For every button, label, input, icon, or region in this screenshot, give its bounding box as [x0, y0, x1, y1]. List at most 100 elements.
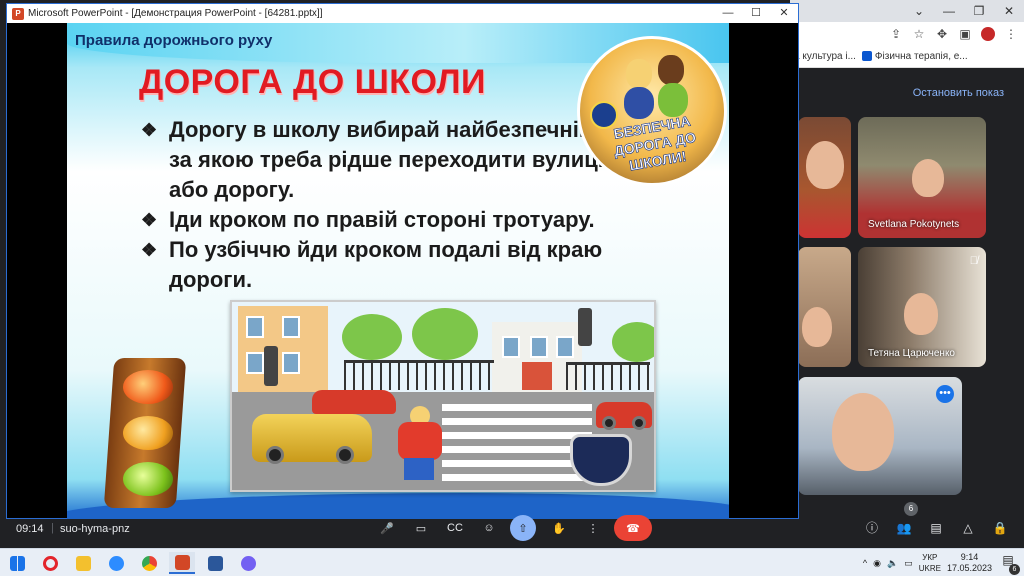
chrome-window-controls: ⌄ — ❐ ✕	[904, 0, 1024, 22]
yellow-light-icon	[123, 416, 173, 450]
powerpoint-icon[interactable]	[169, 552, 195, 574]
participant-tile[interactable]	[798, 247, 851, 367]
participant-tile[interactable]: Svetlana Pokotynets	[858, 117, 986, 238]
clock[interactable]: 9:14 17.05.2023	[947, 552, 992, 574]
mic-icon[interactable]: 🎤	[374, 515, 400, 541]
clock-date: 17.05.2023	[946, 563, 992, 573]
close-button[interactable]: ✕	[770, 4, 798, 23]
more-icon[interactable]: ⋮	[580, 515, 606, 541]
present-icon[interactable]: ⇧	[510, 515, 536, 541]
menu-icon[interactable]: ⋮	[1004, 27, 1018, 41]
bookmark-item[interactable]: Фізична терапія, е...	[861, 51, 968, 62]
windows-taskbar: ^ ◉ 🔈 ▭ УКР UKRE 9:14 17.05.2023 ▤ 6	[0, 548, 1024, 576]
bullet-list: ❖ Дорогу в школу вибирай найбезпечнішу, …	[137, 115, 617, 295]
meet-control-bar: 09:14 | suo-hyma-pnz 🎤 ▭ CC ☺ ⇧ ✋ ⋮ ☎ ⓘ …	[0, 502, 1024, 548]
people-count-badge: 6	[904, 502, 918, 516]
slide[interactable]: Правила дорожнього руху ДОРОГА ДО ШКОЛИ …	[67, 23, 729, 519]
raise-hand-icon[interactable]: ✋	[546, 515, 572, 541]
diamond-bullet-icon: ❖	[141, 210, 158, 230]
stop-presenting-button[interactable]: Остановить показ	[913, 87, 1004, 99]
chrome-close-button[interactable]: ✕	[994, 0, 1024, 22]
schoolchildren-illustration	[620, 53, 694, 119]
tree	[342, 314, 402, 360]
viber-icon[interactable]	[235, 552, 261, 574]
red-car	[596, 402, 652, 430]
extensions-icon[interactable]: ✥	[935, 27, 949, 41]
chrome-maximize-button[interactable]: ❐	[964, 0, 994, 22]
participant-tile[interactable]: 🎙̸ Тетяна Царюченко	[858, 247, 986, 367]
clock-time: 9:14	[960, 552, 979, 562]
tray-chevron-icon[interactable]: ^	[863, 558, 867, 568]
notification-count: 6	[1009, 564, 1020, 575]
language-line: УКР	[922, 553, 938, 562]
slide-subtitle: Правила дорожнього руху	[75, 32, 273, 49]
bookmark-label: Фізична терапія, е...	[874, 51, 968, 62]
window-title: Microsoft PowerPoint - [Демонстрация Pow…	[28, 8, 323, 19]
diamond-bullet-icon: ❖	[141, 240, 158, 260]
language-line: UKRE	[918, 564, 941, 573]
chat-icon[interactable]: ▤	[926, 517, 946, 539]
activities-icon[interactable]: △	[958, 517, 978, 539]
windows-start-icon[interactable]	[4, 552, 30, 574]
chrome-tab-search-icon[interactable]: ⌄	[904, 0, 934, 22]
chrome-icon[interactable]	[136, 552, 162, 574]
bullet-text: По узбіччю йди кроком подалі від краю до…	[169, 237, 603, 292]
traffic-light-icon	[264, 346, 278, 386]
host-controls-icon[interactable]: 🔒	[990, 517, 1010, 539]
file-explorer-icon[interactable]	[70, 552, 96, 574]
child-with-backpack	[388, 406, 446, 480]
language-indicator[interactable]: УКР UKRE	[919, 552, 941, 574]
chrome-toolbar: ⇪ ☆ ✥ ▣ ⋮	[790, 22, 1024, 46]
more-options-icon[interactable]: •••	[936, 385, 954, 403]
participant-video	[832, 393, 894, 471]
minimize-button[interactable]: —	[714, 4, 742, 23]
star-icon[interactable]: ☆	[912, 27, 926, 41]
emoji-icon[interactable]: ☺	[476, 515, 502, 541]
captions-icon[interactable]: CC	[442, 515, 468, 541]
volume-icon[interactable]: 🔈	[887, 558, 898, 569]
safe-road-badge: БЕЗПЕЧНА ДОРОГА ДО ШКОЛИ!	[577, 36, 727, 186]
bullet-item: ❖ Іди кроком по правій стороні тротуару.	[137, 205, 617, 235]
window-controls: — ☐ ✕	[714, 4, 798, 23]
info-icon[interactable]: ⓘ	[862, 517, 882, 539]
camera-icon[interactable]: ▭	[408, 515, 434, 541]
sidepanel-icon[interactable]: ▣	[958, 27, 972, 41]
participant-name: Тетяна Царюченко	[868, 348, 955, 359]
participant-video	[802, 307, 832, 347]
mic-off-icon: 🎙̸	[969, 255, 978, 267]
leave-call-icon[interactable]: ☎	[614, 515, 652, 541]
traffic-light-icon	[578, 308, 592, 346]
bullet-item: ❖ По узбіччю йди кроком подалі від краю …	[137, 235, 617, 295]
network-icon[interactable]: ◉	[873, 558, 881, 569]
girl-figure	[626, 59, 652, 89]
zoom-icon[interactable]	[103, 552, 129, 574]
bullet-text: Дорогу в школу вибирай найбезпечнішу, за…	[169, 117, 617, 202]
traffic-light-illustration	[89, 358, 187, 508]
desktop: ⌄ — ❐ ✕ ⇪ ☆ ✥ ▣ ⋮ а культура і... Фізичн…	[0, 0, 1024, 576]
battery-icon[interactable]: ▭	[904, 558, 913, 569]
separator: |	[51, 522, 54, 534]
people-icon[interactable]: 👥	[894, 517, 914, 539]
profile-icon[interactable]	[981, 27, 995, 41]
powerpoint-icon: P	[12, 7, 24, 20]
maximize-button[interactable]: ☐	[742, 4, 770, 23]
share-icon[interactable]: ⇪	[889, 27, 903, 41]
opera-icon[interactable]	[37, 552, 63, 574]
participant-video	[904, 293, 938, 335]
fence	[566, 362, 650, 390]
bullet-item: ❖ Дорогу в школу вибирай найбезпечнішу, …	[137, 115, 617, 205]
street-crossing-illustration	[230, 300, 656, 492]
word-icon[interactable]	[202, 552, 228, 574]
bookmark-item[interactable]: а культура і...	[794, 51, 856, 62]
notifications-icon[interactable]: ▤ 6	[998, 553, 1020, 575]
chrome-minimize-button[interactable]: —	[934, 0, 964, 22]
participant-tile[interactable]	[798, 117, 851, 238]
meeting-time: 09:14	[16, 523, 44, 535]
tree	[412, 308, 478, 360]
red-light-icon	[123, 370, 173, 404]
participant-tile[interactable]: •••	[798, 377, 962, 495]
participant-name: Svetlana Pokotynets	[868, 219, 960, 230]
bookmark-favicon-icon	[861, 51, 872, 62]
tree	[612, 322, 654, 362]
red-car	[312, 390, 396, 414]
